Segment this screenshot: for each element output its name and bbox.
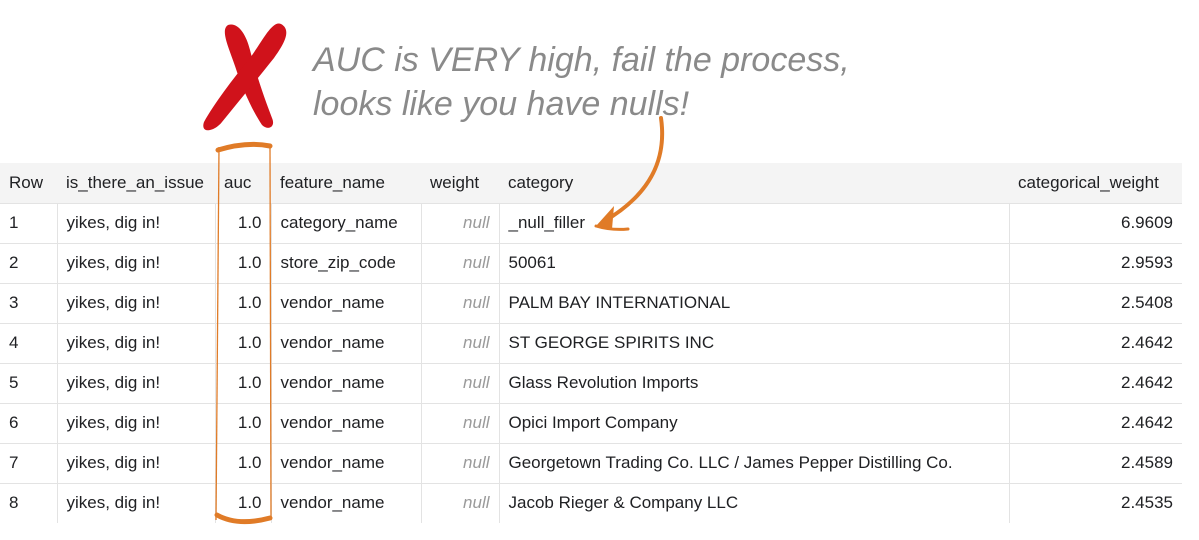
table-row: 8 yikes, dig in! 1.0 vendor_name null Jacob R… bbox=[0, 483, 1182, 523]
cell-is-there-an-issue: yikes, dig in! bbox=[57, 203, 216, 244]
cell-category: ST GEORGE SPIRITS INC bbox=[499, 323, 1010, 364]
cell-weight: null bbox=[421, 203, 500, 244]
cell-category: Georgetown Trading Co. LLC / James Peppe… bbox=[499, 443, 1010, 484]
cell-categorical-weight: 2.4535 bbox=[1121, 493, 1173, 513]
cell-weight: null bbox=[421, 283, 500, 324]
annotation-line-2: looks like you have nulls! bbox=[313, 85, 690, 123]
cell-row: 4 bbox=[0, 323, 58, 364]
cell-row: 8 bbox=[0, 483, 58, 523]
results-table: Row is_there_an_issue auc feature_name weigh… bbox=[0, 163, 1182, 523]
column-header-categorical-weight[interactable]: categorical_weight bbox=[1009, 163, 1182, 204]
cell-auc: 1.0 bbox=[215, 323, 272, 364]
cell-row: 5 bbox=[0, 363, 58, 404]
table-row: 7 yikes, dig in! 1.0 vendor_name null Georget… bbox=[0, 443, 1182, 484]
table-row: 1 yikes, dig in! 1.0 category_name null _null… bbox=[0, 203, 1182, 244]
cell-auc: 1.0 bbox=[215, 243, 272, 284]
cell-weight: null bbox=[421, 403, 500, 444]
cell-categorical-weight: 2.4642 bbox=[1009, 323, 1182, 364]
red-x-icon bbox=[203, 23, 287, 131]
cell-auc: 1.0 bbox=[215, 203, 272, 244]
cell-feature-name: vendor_name bbox=[271, 443, 422, 484]
table-row: 4 yikes, dig in! 1.0 vendor_name null ST GEOR… bbox=[0, 323, 1182, 364]
cell-category: 50061 bbox=[499, 243, 1010, 284]
cell-category: Jacob Rieger & Company LLC bbox=[499, 483, 1010, 523]
cell-feature-name: store_zip_code bbox=[271, 243, 422, 284]
cell-row: 2 bbox=[0, 243, 58, 284]
annotation-line-1: AUC is VERY high, fail the process, bbox=[313, 41, 850, 79]
column-header-weight[interactable]: weight bbox=[421, 163, 499, 204]
cell-auc: 1.0 bbox=[215, 483, 272, 523]
cell-weight: null bbox=[421, 323, 500, 364]
cell-categorical-weight: 2.9593 bbox=[1009, 243, 1182, 284]
cell-auc: 1.0 bbox=[215, 443, 272, 484]
cell-feature-name: vendor_name bbox=[271, 403, 422, 444]
cell-categorical-weight: 2.5408 bbox=[1009, 283, 1182, 324]
cell-auc: 1.0 bbox=[215, 403, 272, 444]
cell-feature-name: vendor_name bbox=[271, 283, 422, 324]
cell-weight: null bbox=[421, 483, 500, 523]
cell-row: 6 bbox=[0, 403, 58, 444]
cell-is-there-an-issue: yikes, dig in! bbox=[57, 483, 216, 523]
cell-is-there-an-issue: yikes, dig in! bbox=[57, 283, 216, 324]
cell-category: Opici Import Company bbox=[499, 403, 1010, 444]
cell-row: 3 bbox=[0, 283, 58, 324]
cell-row: 7 bbox=[0, 443, 58, 484]
cell-row: 1 bbox=[0, 203, 58, 244]
table-row: 3 yikes, dig in! 1.0 vendor_name null PALM BA… bbox=[0, 283, 1182, 324]
cell-category: PALM BAY INTERNATIONAL bbox=[499, 283, 1010, 324]
cell-is-there-an-issue: yikes, dig in! bbox=[57, 403, 216, 444]
column-header-is-there-an-issue[interactable]: is_there_an_issue bbox=[57, 163, 215, 204]
column-header-auc[interactable]: auc bbox=[215, 163, 271, 204]
cell-is-there-an-issue: yikes, dig in! bbox=[57, 243, 216, 284]
cell-category: _null_filler bbox=[499, 203, 1010, 244]
table-row: 2 yikes, dig in! 1.0 store_zip_code null 5006… bbox=[0, 243, 1182, 284]
cell-auc: 1.0 bbox=[215, 283, 272, 324]
table-body: 1 yikes, dig in! 1.0 category_name null _null… bbox=[0, 203, 1182, 523]
column-header-feature-name[interactable]: feature_name bbox=[271, 163, 421, 204]
table-row: 6 yikes, dig in! 1.0 vendor_name null Opici I… bbox=[0, 403, 1182, 444]
column-header-category[interactable]: category bbox=[499, 163, 1009, 204]
cell-categorical-weight: 2.4642 bbox=[1009, 363, 1182, 404]
cell-categorical-weight: 2.4642 bbox=[1009, 403, 1182, 444]
table-row: 5 yikes, dig in! 1.0 vendor_name null Glass R… bbox=[0, 363, 1182, 404]
cell-feature-name: vendor_name bbox=[271, 483, 422, 523]
column-header-row[interactable]: Row bbox=[0, 163, 57, 204]
cell-weight: null bbox=[421, 243, 500, 284]
cell-categorical-weight: 2.4589 bbox=[1009, 443, 1182, 484]
annotation-text: AUC is VERY high, fail the process, look… bbox=[313, 38, 933, 126]
cell-feature-name: vendor_name bbox=[271, 323, 422, 364]
cell-feature-name: category_name bbox=[271, 203, 422, 244]
cell-feature-name: vendor_name bbox=[271, 363, 422, 404]
cell-category: Glass Revolution Imports bbox=[499, 363, 1010, 404]
cell-is-there-an-issue: yikes, dig in! bbox=[57, 323, 216, 364]
cell-categorical-weight: 6.9609 bbox=[1009, 203, 1182, 244]
table-header-row: Row is_there_an_issue auc feature_name weigh… bbox=[0, 163, 1182, 204]
cell-weight: null bbox=[421, 443, 500, 484]
cell-is-there-an-issue: yikes, dig in! bbox=[57, 443, 216, 484]
cell-weight: null bbox=[421, 363, 500, 404]
cell-is-there-an-issue: yikes, dig in! bbox=[57, 363, 216, 404]
cell-auc: 1.0 bbox=[215, 363, 272, 404]
